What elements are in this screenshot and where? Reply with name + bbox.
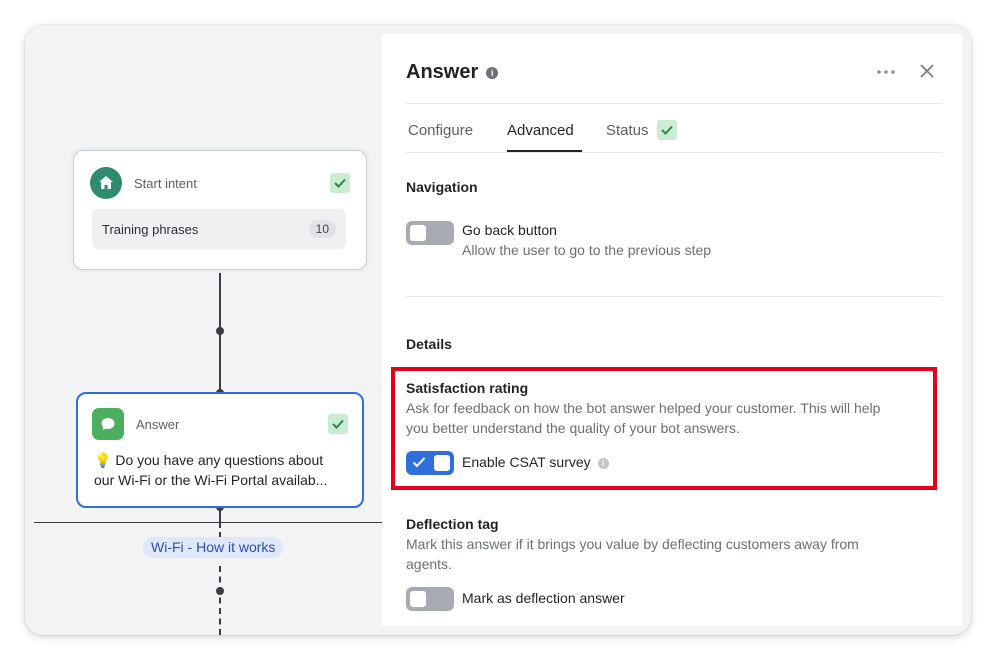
tab-status-label: Status <box>606 122 649 139</box>
bulb-icon: 💡 <box>94 452 112 468</box>
close-icon[interactable] <box>916 60 938 82</box>
satisfaction-desc-line: you better understand the quality of you… <box>406 420 740 436</box>
answer-text-line: our Wi-Fi or the Wi-Fi Portal availab... <box>94 472 328 488</box>
deflection-label: Mark as deflection answer <box>462 590 625 606</box>
divider <box>406 296 942 297</box>
toggle-knob <box>410 591 426 607</box>
node-title: Answer <box>136 416 180 432</box>
divider <box>406 103 942 104</box>
answer-text-line: Do you have any questions about <box>115 452 324 468</box>
tab-advanced[interactable]: Advanced <box>507 118 582 152</box>
csat-label-text: Enable CSAT survey <box>462 454 591 470</box>
app-window: Start intent Training phrases 10 Answer <box>25 25 971 635</box>
check-icon <box>328 414 348 434</box>
check-icon <box>656 120 677 140</box>
deflection-description: Mark this answer if it brings you value … <box>406 534 859 574</box>
satisfaction-desc-line: Ask for feedback on how the bot answer h… <box>406 400 881 416</box>
more-icon[interactable] <box>876 62 896 82</box>
panel-title-text: Answer <box>406 61 479 83</box>
divider <box>406 152 942 153</box>
panel-title: Answer i <box>406 61 499 84</box>
toggle-knob <box>434 455 450 471</box>
branch-tag[interactable]: Wi-Fi - How it works <box>143 537 284 558</box>
toggle-knob <box>410 225 426 241</box>
dashed-connector <box>219 522 221 538</box>
training-phrases-row[interactable]: Training phrases 10 <box>92 209 346 249</box>
connector-dot <box>216 327 224 335</box>
info-icon[interactable]: i <box>486 66 499 79</box>
info-icon[interactable]: i <box>597 457 609 469</box>
csat-toggle[interactable] <box>406 451 454 475</box>
csat-label: Enable CSAT survey i <box>462 454 609 470</box>
training-phrases-count: 10 <box>308 220 336 238</box>
dashed-connector <box>219 566 221 635</box>
tab-status[interactable]: Status <box>606 118 677 152</box>
flow-canvas[interactable]: Start intent Training phrases 10 Answer <box>25 25 385 635</box>
training-phrases-label: Training phrases <box>102 221 199 237</box>
tab-bar: Configure Advanced Status <box>406 118 942 152</box>
branch-line <box>34 522 384 523</box>
home-icon <box>90 167 122 199</box>
answer-preview: 💡 Do you have any questions about our Wi… <box>94 450 348 490</box>
check-icon <box>412 457 426 468</box>
go-back-description: Allow the user to go to the previous ste… <box>462 242 712 258</box>
connector-dot <box>216 587 224 595</box>
node-title: Start intent <box>134 175 197 191</box>
deflection-desc-line: Mark this answer if it brings you value … <box>406 536 859 552</box>
deflection-tag-title: Deflection tag <box>406 516 499 532</box>
go-back-label: Go back button <box>462 222 557 238</box>
tab-configure[interactable]: Configure <box>408 118 473 152</box>
start-intent-node[interactable]: Start intent Training phrases 10 <box>73 150 367 270</box>
satisfaction-rating-title: Satisfaction rating <box>406 380 529 396</box>
answer-settings-panel: Answer i Configure Advanced Status Navig… <box>382 34 962 626</box>
deflection-toggle[interactable] <box>406 587 454 611</box>
check-icon <box>330 173 350 193</box>
satisfaction-description: Ask for feedback on how the bot answer h… <box>406 398 880 438</box>
answer-node[interactable]: Answer 💡 Do you have any questions about… <box>76 392 364 508</box>
go-back-toggle[interactable] <box>406 221 454 245</box>
chat-icon <box>92 408 124 440</box>
section-title-navigation: Navigation <box>406 179 478 195</box>
deflection-desc-line: agents. <box>406 556 452 572</box>
section-title-details: Details <box>406 336 452 352</box>
